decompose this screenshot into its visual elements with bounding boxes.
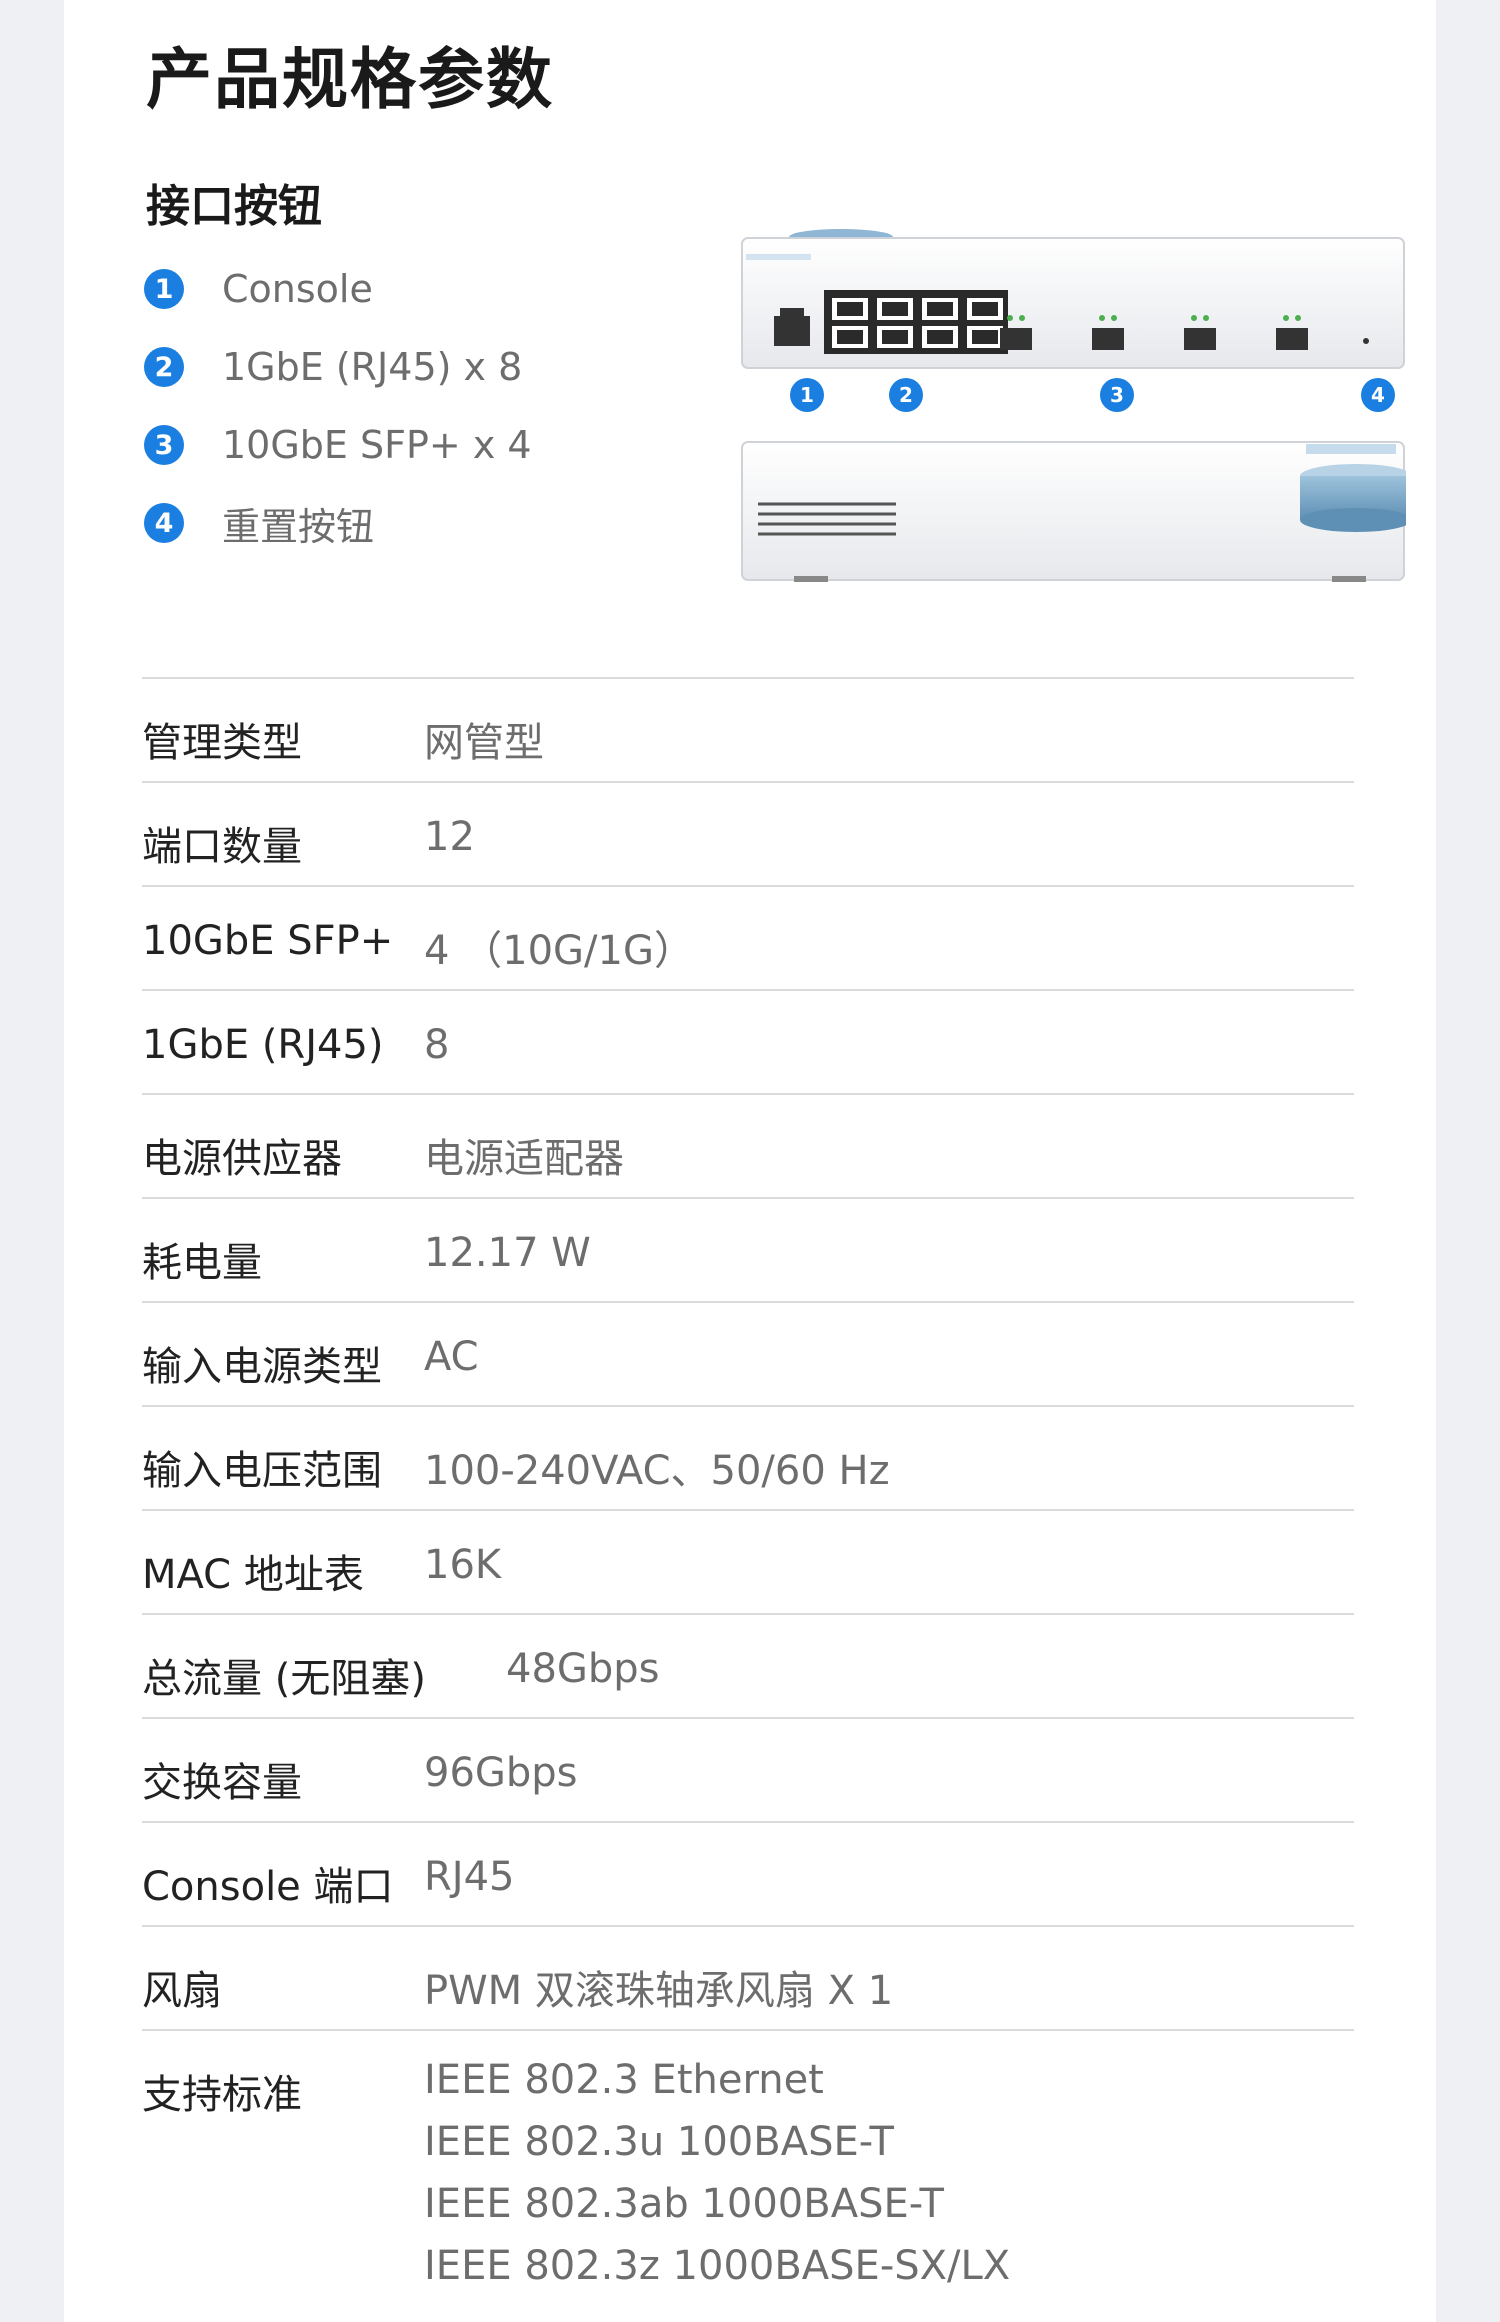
standard-item: IEEE 802.3ab 1000BASE-T bbox=[424, 2181, 944, 2227]
spec-key: 总流量 (无阻塞) bbox=[142, 1656, 426, 1702]
svg-text:2: 2 bbox=[899, 383, 913, 407]
svg-text:1: 1 bbox=[800, 383, 814, 407]
standard-item: IEEE 802.3z 1000BASE-SX/LX bbox=[424, 2243, 1011, 2289]
table-row: 1GbE (RJ45) 8 bbox=[142, 989, 1354, 1093]
spec-value: 16K bbox=[424, 1542, 502, 1588]
table-row: 耗电量 12.17 W bbox=[142, 1197, 1354, 1301]
spec-value: 网管型 bbox=[424, 720, 544, 766]
spec-value: AC bbox=[424, 1334, 479, 1380]
number-badge: 3 bbox=[144, 425, 184, 465]
table-row: 总流量 (无阻塞) 48Gbps bbox=[142, 1613, 1354, 1717]
spec-value: PWM 双滚珠轴承风扇 X 1 bbox=[424, 1968, 894, 2014]
spec-value: RJ45 bbox=[424, 1854, 515, 1900]
number-badge: 4 bbox=[144, 503, 184, 543]
table-row: 风扇 PWM 双滚珠轴承风扇 X 1 bbox=[142, 1925, 1354, 2029]
table-row: 输入电压范围 100-240VAC、50/60 Hz bbox=[142, 1405, 1354, 1509]
spec-key: 风扇 bbox=[142, 1968, 222, 2014]
spec-value: 12 bbox=[424, 814, 475, 860]
table-row: 10GbE SFP+ 4 （10G/1G） bbox=[142, 885, 1354, 989]
number-badge: 2 bbox=[144, 347, 184, 387]
legend-item: 2 1GbE (RJ45) x 8 bbox=[144, 328, 532, 406]
table-row: 支持标准 IEEE 802.3 Ethernet IEEE 802.3u 100… bbox=[142, 2029, 1354, 2297]
spec-value: 4 （10G/1G） bbox=[424, 928, 694, 974]
spec-key: MAC 地址表 bbox=[142, 1552, 364, 1598]
legend-item: 4 重置按钮 bbox=[144, 484, 532, 562]
spec-key: Console 端口 bbox=[142, 1864, 394, 1910]
spec-key: 端口数量 bbox=[142, 824, 302, 870]
spec-value: 48Gbps bbox=[506, 1646, 660, 1692]
spec-key: 支持标准 bbox=[142, 2072, 302, 2118]
table-row: 管理类型 网管型 bbox=[142, 677, 1354, 781]
table-row: MAC 地址表 16K bbox=[142, 1509, 1354, 1613]
legend-label: 重置按钮 bbox=[222, 504, 375, 549]
legend-label: 10GbE SFP+ x 4 bbox=[222, 423, 532, 467]
spec-value: 96Gbps bbox=[424, 1750, 578, 1796]
interfaces-title: 接口按钮 bbox=[146, 181, 322, 232]
spec-key: 10GbE SFP+ bbox=[142, 918, 394, 964]
legend-item: 1 Console bbox=[144, 250, 532, 328]
table-row: 交换容量 96Gbps bbox=[142, 1717, 1354, 1821]
table-row: 输入电源类型 AC bbox=[142, 1301, 1354, 1405]
legend-label: Console bbox=[222, 267, 373, 311]
standard-item: IEEE 802.3u 100BASE-T bbox=[424, 2119, 894, 2165]
spec-value-list: IEEE 802.3 Ethernet IEEE 802.3u 100BASE-… bbox=[424, 2049, 1010, 2297]
spec-value: 100-240VAC、50/60 Hz bbox=[424, 1448, 890, 1494]
spec-key: 电源供应器 bbox=[142, 1136, 342, 1182]
spec-key: 输入电压范围 bbox=[142, 1448, 382, 1494]
legend-item: 3 10GbE SFP+ x 4 bbox=[144, 406, 532, 484]
spec-key: 耗电量 bbox=[142, 1240, 262, 1286]
table-row: 端口数量 12 bbox=[142, 781, 1354, 885]
number-badge: 1 bbox=[144, 269, 184, 309]
page-title: 产品规格参数 bbox=[146, 41, 554, 118]
rj45-ports-icon bbox=[824, 290, 1008, 354]
reset-button-icon bbox=[1363, 338, 1369, 344]
spec-key: 管理类型 bbox=[142, 720, 302, 766]
spec-value: 8 bbox=[424, 1022, 450, 1068]
spec-key: 输入电源类型 bbox=[142, 1344, 382, 1390]
spec-card: 产品规格参数 接口按钮 1 Console 2 1GbE (RJ45) x 8 … bbox=[64, 0, 1436, 2322]
spec-key: 1GbE (RJ45) bbox=[142, 1022, 384, 1068]
interface-legend: 1 Console 2 1GbE (RJ45) x 8 3 10GbE SFP+… bbox=[144, 250, 532, 562]
spec-key: 交换容量 bbox=[142, 1760, 302, 1806]
switch-product-image: 1 2 3 4 bbox=[741, 229, 1406, 582]
spec-value: 电源适配器 bbox=[424, 1136, 624, 1182]
svg-text:4: 4 bbox=[1371, 383, 1385, 407]
table-row: 电源供应器 电源适配器 bbox=[142, 1093, 1354, 1197]
standard-item: IEEE 802.3 Ethernet bbox=[424, 2057, 824, 2103]
svg-text:3: 3 bbox=[1110, 383, 1124, 407]
spec-table: 管理类型 网管型 端口数量 12 10GbE SFP+ 4 （10G/1G） 1… bbox=[142, 677, 1354, 2297]
legend-label: 1GbE (RJ45) x 8 bbox=[222, 345, 523, 389]
spec-value: 12.17 W bbox=[424, 1230, 591, 1276]
table-row: Console 端口 RJ45 bbox=[142, 1821, 1354, 1925]
